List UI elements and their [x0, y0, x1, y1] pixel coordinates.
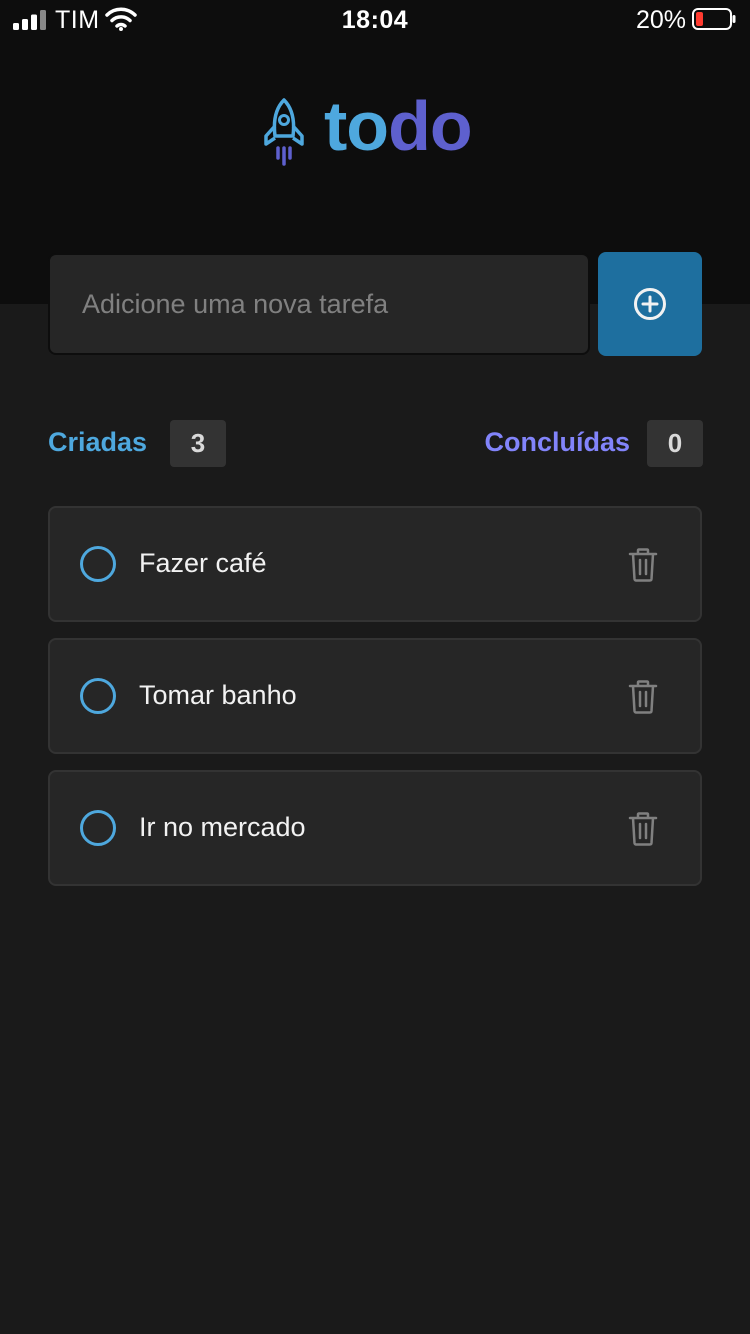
task-title: Fazer café: [139, 548, 267, 578]
task-item: Fazer café: [48, 506, 702, 622]
trash-icon[interactable]: [628, 680, 658, 714]
trash-icon[interactable]: [628, 548, 658, 582]
status-bar: TIM 18:04 20%: [0, 0, 750, 40]
task-title: Ir no mercado: [139, 812, 306, 842]
done-count-badge: 0: [647, 420, 703, 467]
task-checkbox[interactable]: [80, 678, 116, 714]
trash-icon[interactable]: [628, 812, 658, 846]
new-task-input[interactable]: [48, 253, 590, 355]
task-item: Ir no mercado: [48, 770, 702, 886]
battery-percent: 20%: [635, 6, 686, 34]
created-count-badge: 3: [170, 420, 226, 467]
task-checkbox[interactable]: [80, 810, 116, 846]
logo-text-do: do: [388, 87, 473, 165]
task-item: Tomar banho: [48, 638, 702, 754]
logo-text-to: to: [324, 87, 389, 165]
task-title: Tomar banho: [139, 680, 297, 710]
todo-screen: TIM 18:04 20% todo Adicione uma nova tar…: [0, 0, 750, 1334]
battery-icon: [692, 8, 736, 30]
logo-text: todo: [324, 87, 473, 165]
done-label: Concluídas: [484, 427, 630, 457]
created-label: Criadas: [48, 427, 148, 457]
app-logo: todo: [262, 90, 492, 168]
plus-circle-icon: [634, 288, 666, 320]
task-checkbox[interactable]: [80, 546, 116, 582]
add-task-button[interactable]: [598, 252, 702, 356]
rocket-icon: [264, 98, 304, 166]
